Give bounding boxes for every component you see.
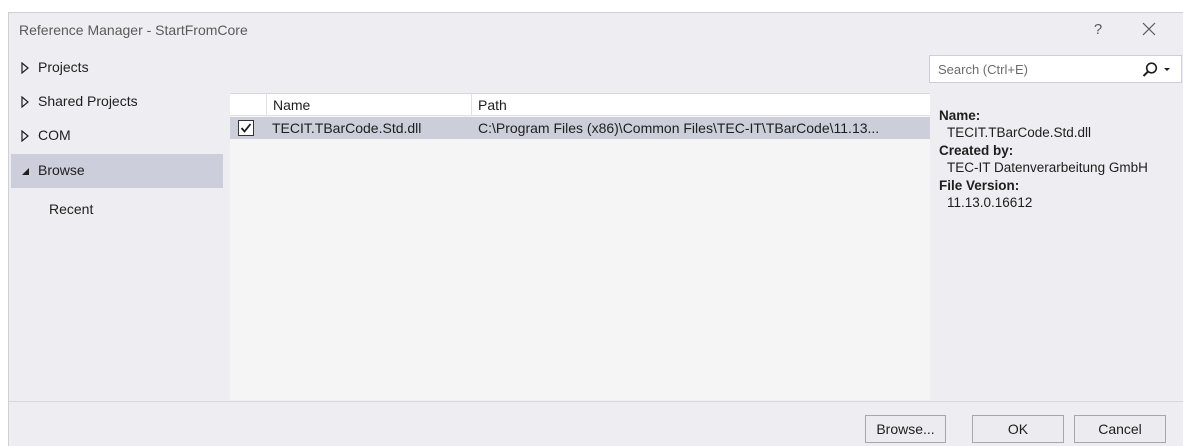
window-title: Reference Manager - StartFromCore bbox=[19, 22, 248, 38]
list-row[interactable]: TECIT.TBarCode.Std.dll C:\Program Files … bbox=[230, 117, 930, 139]
file-version-value: 11.13.0.16612 bbox=[947, 195, 1033, 210]
created-by-label: Created by: bbox=[939, 143, 1014, 158]
name-label: Name: bbox=[939, 108, 981, 123]
help-button[interactable]: ? bbox=[1084, 17, 1112, 43]
title-bar: Reference Manager - StartFromCore ? bbox=[9, 13, 1183, 49]
search-input[interactable] bbox=[930, 56, 1135, 82]
nav-item-label: Shared Projects bbox=[38, 93, 138, 109]
nav-item-projects[interactable]: Projects bbox=[11, 51, 223, 85]
nav-item-com[interactable]: COM bbox=[11, 119, 223, 153]
collapse-arrow-icon[interactable] bbox=[20, 165, 30, 177]
list-header: Name Path bbox=[230, 94, 930, 116]
include-checkbox[interactable] bbox=[238, 120, 254, 136]
reference-list: Name Path TECIT.TBarCode.Std.dll C:\Prog… bbox=[230, 93, 930, 400]
created-by-value: TEC-IT Datenverarbeitung GmbH bbox=[947, 160, 1148, 175]
expand-arrow-icon[interactable] bbox=[20, 130, 30, 142]
close-button[interactable] bbox=[1134, 17, 1164, 43]
browse-button[interactable]: Browse... bbox=[865, 415, 946, 443]
reference-manager-dialog: Reference Manager - StartFromCore ? Proj… bbox=[8, 12, 1183, 446]
ok-button[interactable]: OK bbox=[972, 415, 1064, 443]
expand-arrow-icon[interactable] bbox=[20, 62, 30, 74]
nav-item-label: COM bbox=[38, 127, 71, 143]
details-panel: Name: TECIT.TBarCode.Std.dll Created by:… bbox=[939, 103, 1179, 212]
column-header-path[interactable]: Path bbox=[471, 94, 926, 116]
name-value: TECIT.TBarCode.Std.dll bbox=[947, 125, 1092, 140]
background-window-strip bbox=[0, 0, 1183, 12]
cancel-button[interactable]: Cancel bbox=[1074, 415, 1166, 443]
column-header-name[interactable]: Name bbox=[266, 94, 471, 116]
nav-item-recent[interactable]: Recent bbox=[11, 193, 223, 227]
expand-arrow-icon[interactable] bbox=[20, 96, 30, 108]
row-name-cell: TECIT.TBarCode.Std.dll bbox=[272, 120, 422, 136]
checkmark-icon bbox=[240, 123, 252, 133]
nav-item-shared-projects[interactable]: Shared Projects bbox=[11, 85, 223, 119]
search-icon[interactable] bbox=[1141, 61, 1159, 79]
nav-item-label: Projects bbox=[38, 59, 89, 75]
nav-item-browse[interactable]: Browse bbox=[11, 154, 223, 188]
search-box[interactable] bbox=[929, 55, 1182, 83]
row-path-cell: C:\Program Files (x86)\Common Files\TEC-… bbox=[478, 120, 880, 136]
chevron-down-icon[interactable] bbox=[1162, 64, 1172, 74]
nav-item-label: Recent bbox=[49, 201, 94, 217]
close-icon bbox=[1142, 22, 1156, 36]
nav-item-label: Browse bbox=[38, 162, 85, 178]
category-nav: Projects Shared Projects COM Browse Rece… bbox=[9, 51, 231, 401]
file-version-label: File Version: bbox=[939, 178, 1020, 193]
dialog-footer: Browse... OK Cancel bbox=[9, 401, 1183, 446]
